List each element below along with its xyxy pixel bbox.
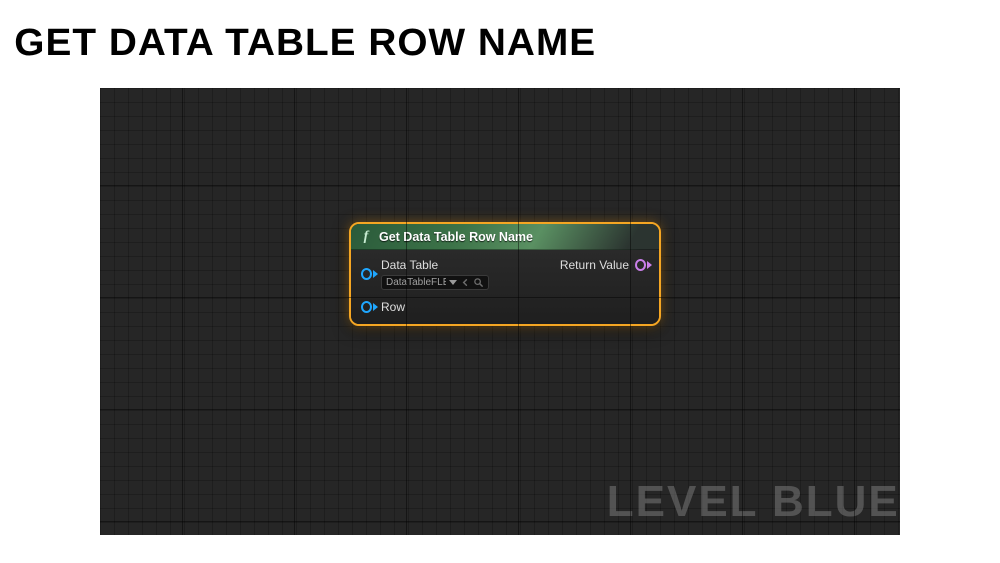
page-title: GET DATA TABLE ROW NAME — [14, 22, 596, 65]
pin-label: Return Value — [560, 258, 629, 272]
blueprint-canvas[interactable]: LEVEL BLUEI f Get Data Table Row Name Da… — [100, 88, 900, 535]
asset-value: DataTableFLExam — [386, 277, 446, 288]
pin-connector-icon[interactable] — [635, 258, 649, 272]
pin-label: Row — [381, 300, 405, 314]
function-icon: f — [359, 230, 373, 244]
node-header[interactable]: f Get Data Table Row Name — [351, 224, 659, 250]
pin-label: Data Table — [381, 258, 489, 272]
pin-connector-icon[interactable] — [361, 267, 375, 281]
canvas-watermark: LEVEL BLUEI — [607, 477, 900, 527]
pin-connector-icon[interactable] — [361, 300, 375, 314]
asset-picker[interactable]: DataTableFLExam — [381, 275, 489, 290]
node-body: Data Table DataTableFLExam — [351, 250, 659, 324]
node-title: Get Data Table Row Name — [379, 230, 533, 244]
arrow-left-icon[interactable] — [460, 277, 471, 288]
output-pin-return-value[interactable]: Return Value — [560, 258, 649, 272]
chevron-down-icon[interactable] — [449, 280, 457, 285]
input-pin-data-table[interactable]: Data Table DataTableFLExam — [361, 258, 489, 290]
input-pin-row[interactable]: Row — [361, 300, 405, 314]
search-icon[interactable] — [473, 277, 484, 288]
node-get-data-table-row-name[interactable]: f Get Data Table Row Name Data Table Dat… — [349, 222, 661, 326]
